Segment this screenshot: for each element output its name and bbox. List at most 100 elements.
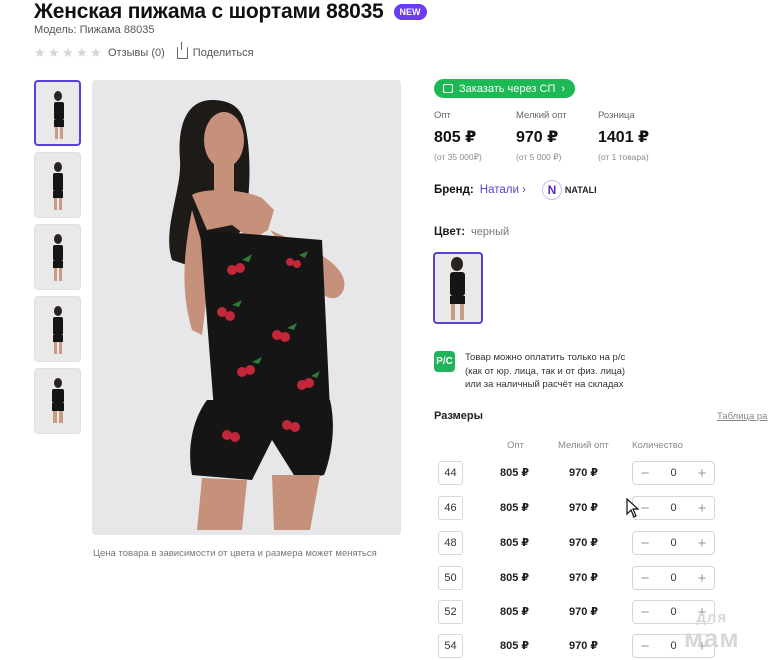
thumbnail-4[interactable] (34, 296, 81, 362)
minus-button[interactable]: − (639, 571, 651, 586)
opt-price: 805 ₽ (500, 640, 530, 652)
model-label: Модель: Пижама 88035 (34, 24, 155, 36)
thumbnail-5[interactable] (34, 368, 81, 434)
small-opt-price: 970 ₽ (569, 640, 599, 652)
color-swatch-black[interactable] (433, 252, 483, 324)
mouse-cursor-icon (626, 498, 640, 518)
price-label: Опт (434, 110, 451, 121)
price-label: Мелкий опт (516, 110, 567, 121)
quantity-stepper: − 0 + (632, 496, 715, 520)
size-row: 44 805 ₽ 970 ₽ − 0 + (438, 461, 728, 487)
rating-stars[interactable]: ★ ★ ★ ★ ★ (34, 45, 102, 60)
watermark: для мам (684, 608, 740, 653)
thumbnail-list (34, 80, 81, 434)
quantity-value[interactable]: 0 (670, 502, 676, 514)
price-label: Розница (598, 110, 635, 121)
star-icon: ★ (90, 45, 102, 60)
size-label: 50 (438, 566, 463, 590)
page-title: Женская пижама с шортами 88035 (34, 0, 384, 23)
price-value: 1401 ₽ (598, 129, 650, 146)
column-header-opt: Опт (507, 440, 524, 451)
color-value: черный (471, 226, 510, 238)
thumbnail-1[interactable] (34, 80, 81, 146)
payment-text: Товар можно оплатить только на р/с (как … (465, 351, 625, 392)
small-opt-price: 970 ₽ (569, 467, 599, 479)
size-label: 54 (438, 634, 463, 658)
quantity-value[interactable]: 0 (670, 640, 676, 652)
model-photo-thumb (53, 162, 63, 210)
star-icon: ★ (48, 45, 60, 60)
opt-price: 805 ₽ (500, 467, 530, 479)
size-label: 44 (438, 461, 463, 485)
price-condition: (от 1 товара) (598, 152, 649, 162)
payment-line: Товар можно оплатить только на р/с (465, 352, 626, 363)
small-opt-price: 970 ₽ (569, 502, 599, 514)
model-photo-swatch (450, 257, 465, 320)
size-label: 46 (438, 496, 463, 520)
reviews-link[interactable]: Отзывы (0) (108, 47, 165, 59)
price-condition: (от 35 000₽) (434, 152, 482, 162)
small-opt-price: 970 ₽ (569, 537, 599, 549)
quantity-value[interactable]: 0 (670, 606, 676, 618)
model-photo-thumb (54, 91, 64, 139)
star-icon: ★ (34, 45, 46, 60)
bank-transfer-icon: Р/С (434, 351, 455, 372)
meta-row: ★ ★ ★ ★ ★ Отзывы (0) Поделиться (34, 42, 254, 60)
title-row: Женская пижама с шортами 88035 NEW (34, 0, 427, 24)
share-button[interactable]: Поделиться (176, 42, 254, 59)
brand-logo-mark: N (541, 180, 562, 200)
size-label: 52 (438, 600, 463, 624)
opt-price: 805 ₽ (500, 502, 530, 514)
model-photo-thumb (53, 306, 63, 354)
plus-button[interactable]: + (696, 501, 708, 516)
model-photo-thumb (53, 234, 63, 281)
price-disclaimer: Цена товара в зависимости от цвета и раз… (93, 548, 377, 559)
quantity-value[interactable]: 0 (670, 537, 676, 549)
size-label: 48 (438, 531, 463, 555)
model-photo (92, 80, 401, 535)
column-header-quantity: Количество (632, 440, 684, 451)
plus-button[interactable]: + (696, 466, 708, 481)
size-row: 50 805 ₽ 970 ₽ − 0 + (438, 566, 728, 592)
star-icon: ★ (76, 45, 88, 60)
quantity-stepper: − 0 + (632, 461, 715, 485)
color-label: Цвет: (434, 226, 466, 238)
quantity-value[interactable]: 0 (670, 572, 676, 584)
payment-note: Р/С Товар можно оплатить только на р/с (… (434, 351, 625, 392)
main-product-photo[interactable] (92, 80, 401, 535)
watermark-line: мам (684, 623, 740, 653)
sizes-title: Размеры (434, 410, 484, 422)
bag-icon (443, 84, 453, 93)
plus-button[interactable]: + (696, 571, 708, 586)
quantity-value[interactable]: 0 (670, 467, 676, 479)
thumbnail-2[interactable] (34, 152, 81, 218)
small-opt-price: 970 ₽ (569, 606, 599, 618)
plus-button[interactable]: + (696, 536, 708, 551)
price-block: Опт 805 ₽ (от 35 000₽) Мелкий опт 970 ₽ … (434, 110, 680, 163)
brand-link[interactable]: Натали (480, 184, 519, 196)
order-button-label: Заказать через СП (459, 82, 556, 95)
price-wholesale: Опт 805 ₽ (от 35 000₽) (434, 110, 516, 163)
minus-button[interactable]: − (639, 639, 651, 654)
minus-button[interactable]: − (639, 605, 651, 620)
thumbnail-3[interactable] (34, 224, 81, 290)
price-retail: Розница 1401 ₽ (от 1 товара) (598, 110, 680, 163)
share-icon (176, 42, 188, 59)
brand-logo[interactable]: N NATALI (541, 180, 597, 200)
price-value: 805 ₽ (434, 129, 477, 146)
price-small-wholesale: Мелкий опт 970 ₽ (от 5 000 ₽) (516, 110, 598, 163)
size-table-link[interactable]: Таблица ра (717, 411, 767, 422)
chevron-right-icon: › (518, 184, 526, 196)
minus-button[interactable]: − (639, 501, 651, 516)
quantity-stepper: − 0 + (632, 531, 715, 555)
quantity-stepper: − 0 + (632, 566, 715, 590)
star-icon: ★ (62, 45, 74, 60)
new-badge: NEW (393, 4, 427, 20)
order-via-sp-button[interactable]: Заказать через СП › (434, 79, 576, 98)
small-opt-price: 970 ₽ (569, 572, 599, 584)
model-photo-thumb (52, 378, 64, 423)
share-label: Поделиться (192, 47, 254, 59)
minus-button[interactable]: − (639, 466, 651, 481)
column-header-small-opt: Мелкий опт (558, 440, 609, 451)
minus-button[interactable]: − (639, 536, 651, 551)
